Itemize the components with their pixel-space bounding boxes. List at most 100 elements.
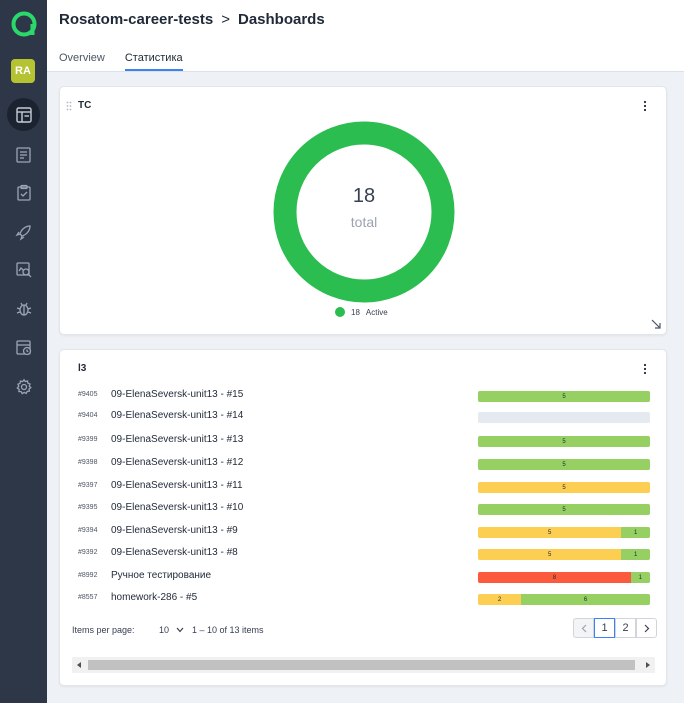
analytics-icon[interactable]: [7, 253, 40, 286]
bar-segment-green[interactable]: 5: [478, 391, 650, 402]
bar-segment-green[interactable]: 1: [621, 527, 650, 538]
resize-icon[interactable]: [651, 319, 661, 329]
launch-status-bar[interactable]: 26: [478, 594, 650, 605]
horizontal-scrollbar[interactable]: [72, 657, 655, 673]
bar-segment-yellow[interactable]: 5: [478, 482, 650, 493]
defects-icon[interactable]: [7, 292, 40, 325]
donut-total-value: 18: [352, 185, 376, 207]
launch-id: #9405: [78, 391, 98, 398]
sidebar: RA: [0, 0, 47, 703]
app-logo-icon[interactable]: [11, 11, 37, 37]
launch-status-bar[interactable]: 5: [478, 504, 650, 515]
header: Rosatom-career-tests > Dashboards Overvi…: [47, 0, 684, 72]
tab-overview[interactable]: Overview: [59, 52, 105, 71]
launch-id: #8557: [78, 594, 98, 601]
launch-id: #9395: [78, 504, 98, 511]
launch-status-bar[interactable]: 5: [478, 482, 650, 493]
launch-name[interactable]: Ручное тестирование: [111, 570, 211, 581]
launch-status-bar[interactable]: 51: [478, 527, 650, 538]
widget-title: l3: [78, 363, 87, 374]
donut-total-label: total: [350, 214, 378, 230]
launch-row[interactable]: #8992 Ручное тестирование 8 1: [78, 570, 652, 584]
bar-segment-yellow[interactable]: 5: [478, 549, 622, 560]
drag-handle-icon[interactable]: [66, 101, 72, 111]
bar-segment-yellow[interactable]: 2: [478, 594, 521, 605]
breadcrumb-separator: >: [221, 11, 230, 28]
avatar[interactable]: RA: [11, 59, 35, 83]
pagination-range: 1 – 10 of 13 items: [192, 625, 264, 635]
breadcrumb-project[interactable]: Rosatom-career-tests: [59, 11, 213, 28]
bar-segment-yellow[interactable]: 5: [478, 527, 622, 538]
widget-menu-icon[interactable]: [642, 99, 648, 113]
launch-status-bar[interactable]: 5: [478, 391, 650, 402]
launch-id: #9397: [78, 482, 98, 489]
launch-row[interactable]: #9405 09-ElenaSeversk-unit13 - #15 5: [78, 389, 652, 403]
launch-status-bar[interactable]: 5: [478, 436, 650, 447]
legend-label: Active: [365, 307, 388, 317]
test-cases-icon[interactable]: [7, 176, 40, 209]
breadcrumb: Rosatom-career-tests > Dashboards: [59, 11, 325, 28]
scroll-right-icon[interactable]: [645, 662, 651, 668]
launch-id: #9392: [78, 549, 98, 556]
deploy-icon[interactable]: [7, 215, 40, 248]
legend-count: 18: [351, 307, 360, 317]
launch-name[interactable]: 09-ElenaSeversk-unit13 - #11: [111, 480, 243, 491]
next-page-button[interactable]: [636, 618, 657, 638]
launches-widget: l3 #9405 09-ElenaSeversk-unit13 - #15 5 #94…: [59, 349, 667, 686]
launch-row[interactable]: #9392 09-ElenaSeversk-unit13 - #8 5 1: [78, 547, 652, 561]
launch-status-bar[interactable]: 81: [478, 572, 650, 583]
launch-name[interactable]: 09-ElenaSeversk-unit13 - #15: [111, 389, 243, 400]
bar-segment-green[interactable]: 5: [478, 459, 650, 470]
scrollbar-thumb[interactable]: [88, 660, 635, 670]
launch-id: #9398: [78, 459, 98, 466]
tab-bar: Overview Статистика: [59, 52, 183, 71]
bar-segment-red[interactable]: 8: [478, 572, 631, 583]
tab-statistics[interactable]: Статистика: [124, 52, 183, 71]
launch-row[interactable]: #8557 homework-286 - #5 2 6: [78, 592, 652, 606]
launch-id: #9399: [78, 436, 98, 443]
launch-status-bar[interactable]: 5: [478, 459, 650, 470]
items-per-page-select[interactable]: 10: [159, 625, 184, 635]
launch-row[interactable]: #9397 09-ElenaSeversk-unit13 - #11 5: [78, 480, 652, 494]
widget-menu-icon[interactable]: [642, 362, 648, 376]
launch-id: #8992: [78, 572, 98, 579]
bar-segment-green[interactable]: 5: [478, 436, 650, 447]
bar-segment-green[interactable]: 5: [478, 504, 650, 515]
scroll-left-icon[interactable]: [76, 662, 82, 668]
launch-name[interactable]: 09-ElenaSeversk-unit13 - #14: [111, 410, 243, 421]
launch-name[interactable]: 09-ElenaSeversk-unit13 - #13: [111, 434, 243, 445]
bar-segment-green[interactable]: 1: [621, 549, 650, 560]
launch-name[interactable]: homework-286 - #5: [111, 592, 197, 603]
launch-status-bar[interactable]: 51: [478, 549, 650, 560]
tc-widget: TC 18 total 18 Active: [59, 86, 667, 335]
launch-name[interactable]: 09-ElenaSeversk-unit13 - #8: [111, 547, 238, 558]
page-1-button[interactable]: 1: [594, 618, 615, 638]
legend-color-dot: [335, 307, 345, 317]
launch-id: #9404: [78, 412, 98, 419]
launch-name[interactable]: 09-ElenaSeversk-unit13 - #9: [111, 525, 238, 536]
launch-row[interactable]: #9399 09-ElenaSeversk-unit13 - #13 5: [78, 434, 652, 448]
chevron-right-icon: [644, 624, 649, 632]
items-per-page-label: Items per page:: [72, 625, 135, 635]
launch-row[interactable]: #9398 09-ElenaSeversk-unit13 - #12 5: [78, 457, 652, 471]
settings-icon[interactable]: [7, 370, 40, 403]
bar-segment-green[interactable]: 6: [521, 594, 650, 605]
dashboards-icon[interactable]: [7, 98, 40, 131]
page-2-button[interactable]: 2: [615, 618, 636, 638]
launch-row[interactable]: #9395 09-ElenaSeversk-unit13 - #10 5: [78, 502, 652, 516]
launch-row[interactable]: #9394 09-ElenaSeversk-unit13 - #9 5 1: [78, 525, 652, 539]
chevron-down-icon: [176, 627, 183, 633]
donut-chart[interactable]: [272, 120, 456, 304]
chart-legend[interactable]: 18 Active: [335, 307, 388, 317]
widget-title: TC: [78, 100, 92, 111]
jobs-icon[interactable]: [7, 331, 40, 364]
launch-name[interactable]: 09-ElenaSeversk-unit13 - #10: [111, 502, 243, 513]
launch-id: #9394: [78, 527, 98, 534]
launch-row[interactable]: #9404 09-ElenaSeversk-unit13 - #14: [78, 410, 652, 424]
launches-icon[interactable]: [7, 138, 40, 171]
launch-status-bar[interactable]: [478, 412, 650, 423]
prev-page-button[interactable]: [573, 618, 594, 638]
chevron-left-icon: [581, 624, 586, 632]
launch-name[interactable]: 09-ElenaSeversk-unit13 - #12: [111, 457, 243, 468]
bar-segment-green[interactable]: 1: [630, 572, 650, 583]
